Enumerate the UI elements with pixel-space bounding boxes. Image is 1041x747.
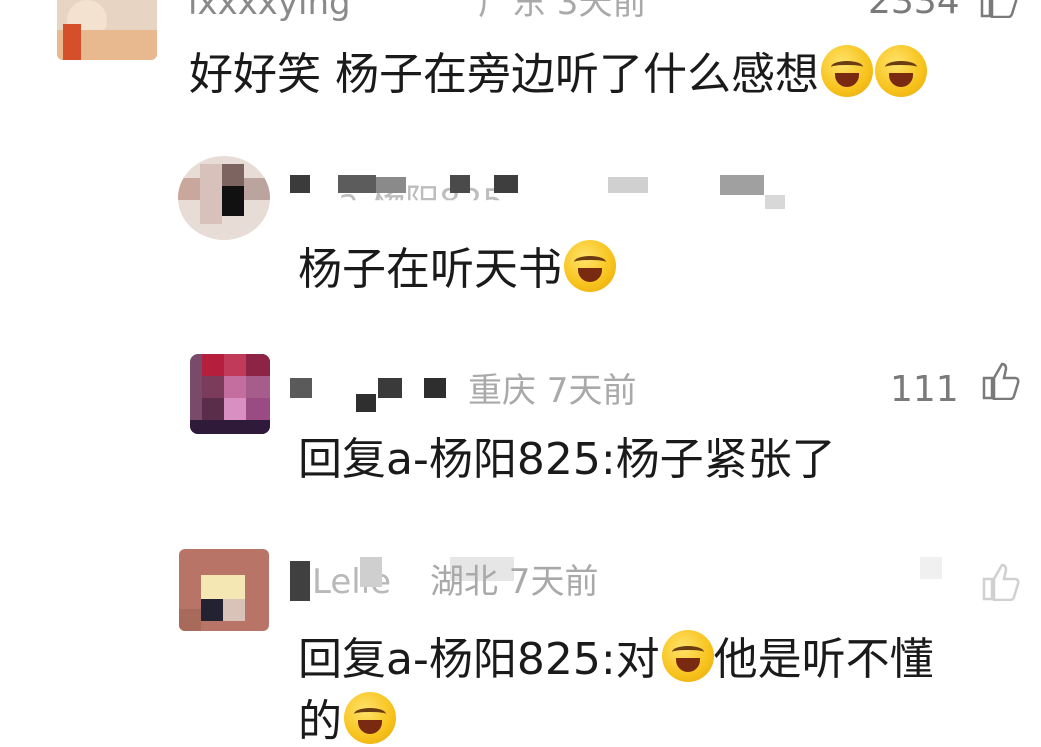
comment-meta: 广东 3天前 (478, 0, 647, 22)
comment-text-body: 回复a-杨阳825:杨子紧张了 (298, 434, 836, 485)
username[interactable]: lxxxxying (188, 0, 351, 20)
comment-text: 回复a-杨阳825:对 他是听不懂 (298, 630, 934, 682)
crying-laughing-emoji-icon (821, 45, 873, 97)
comment-text-body: 的 (298, 696, 342, 747)
like-count: 2334 (868, 0, 960, 22)
avatar[interactable] (57, 0, 157, 60)
avatar[interactable] (178, 156, 270, 240)
avatar[interactable] (190, 354, 270, 434)
pixelated-overlay (720, 175, 764, 195)
thumbs-up-icon[interactable] (978, 0, 1018, 18)
pixelated-overlay (608, 177, 648, 193)
pixelated-overlay (450, 175, 470, 193)
comment-text-body: 好好笑 杨子在旁边听了什么感想 (189, 49, 819, 100)
comment-header: 重庆 7天前 111 (290, 362, 1030, 412)
comment-meta: 湖北 7天前 (430, 562, 599, 602)
pixelated-overlay (424, 378, 446, 398)
comment-header: lxxxxying 广东 3天前 2334 (188, 0, 1038, 22)
comment-header: Lelle 湖北 7天前 (290, 555, 1030, 605)
pixelated-overlay (494, 175, 518, 193)
pixelated-overlay (765, 195, 785, 209)
pixelated-overlay (290, 378, 312, 398)
pixelated-overlay (360, 557, 382, 587)
comment-header: a-杨阳825 (290, 175, 810, 210)
pixelated-overlay (376, 177, 406, 193)
comment-text-body: 杨子在听天书 (298, 244, 562, 295)
pixelated-overlay (290, 561, 310, 601)
pixelated-overlay (378, 378, 402, 398)
thumbs-up-icon[interactable] (980, 362, 1020, 400)
comment-text: 回复a-杨阳825:杨子紧张了 (298, 438, 836, 482)
comment-text: 好好笑 杨子在旁边听了什么感想 (189, 45, 927, 97)
comment-text-body: 他是听不懂 (713, 634, 934, 685)
pixelated-overlay (290, 175, 310, 193)
comment-text: 杨子在听天书 (298, 240, 616, 292)
avatar[interactable] (179, 549, 269, 631)
crying-laughing-emoji-icon (344, 692, 396, 744)
thumbs-up-icon[interactable] (980, 563, 1020, 601)
pixelated-overlay (338, 175, 376, 193)
pixelated-overlay (920, 557, 942, 579)
like-count: 111 (890, 369, 959, 410)
comment-text-line2: 的 (298, 692, 396, 744)
crying-laughing-emoji-icon (875, 45, 927, 97)
comment-text-body: 回复a-杨阳825:对 (298, 634, 660, 685)
comment-meta: 重庆 7天前 (468, 371, 637, 411)
crying-laughing-emoji-icon (661, 630, 714, 682)
crying-laughing-emoji-icon (564, 240, 616, 292)
pixelated-overlay (356, 394, 376, 412)
